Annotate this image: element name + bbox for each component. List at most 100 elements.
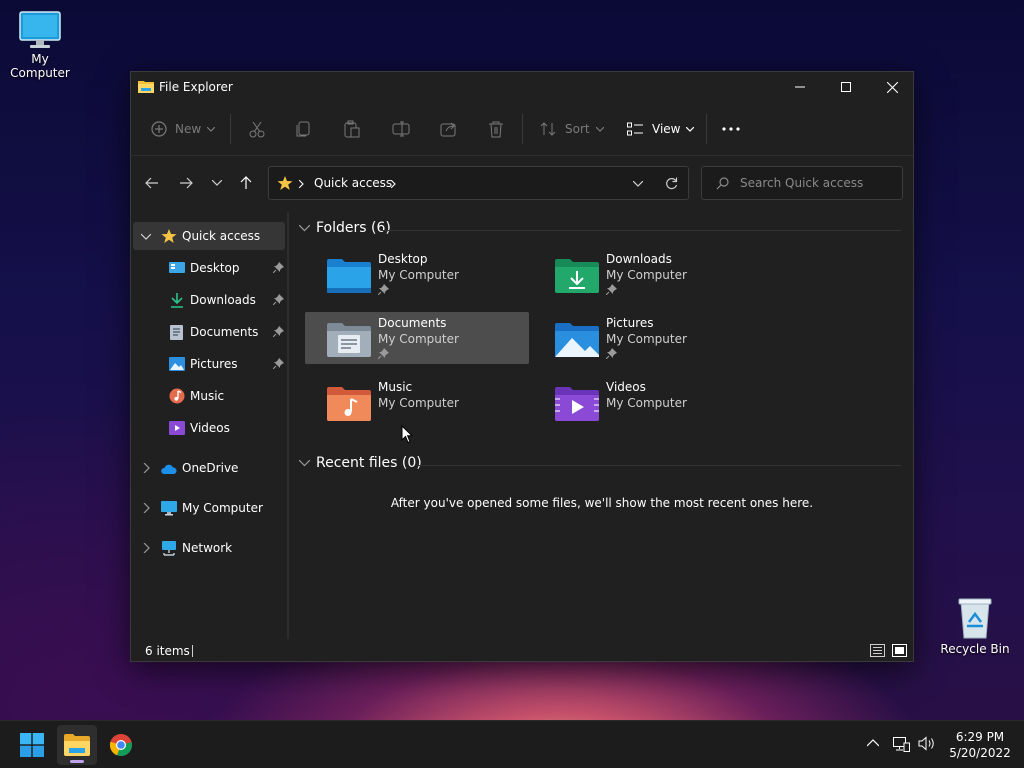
- sidebar-item-quick-access[interactable]: Quick access: [133, 222, 285, 250]
- paste-icon: [344, 120, 360, 138]
- view-list-icon: [627, 122, 643, 136]
- star-icon: [277, 176, 293, 190]
- pin-icon: [378, 348, 389, 359]
- tiles-view-icon[interactable]: [892, 644, 907, 657]
- folder-name: Downloads: [606, 252, 672, 266]
- section-divider: [381, 230, 901, 231]
- folders-header-label: Folders (6): [316, 220, 391, 236]
- navigation-bar: Quick access: [131, 156, 913, 208]
- sidebar-item-my-computer[interactable]: My Computer: [133, 494, 285, 522]
- chevron-down-icon: [299, 224, 310, 231]
- title-bar[interactable]: File Explorer: [131, 72, 913, 102]
- pin-icon: [273, 262, 284, 273]
- view-button[interactable]: View: [627, 116, 695, 142]
- view-label: View: [652, 122, 681, 136]
- folder-location: My Computer: [606, 268, 687, 282]
- file-explorer-icon: [64, 734, 90, 756]
- copy-button[interactable]: [296, 116, 312, 142]
- music-icon: [169, 388, 185, 404]
- recycle-bin-icon: [958, 598, 992, 639]
- monitor-icon: [161, 501, 177, 516]
- downloads-icon: [171, 293, 183, 308]
- sidebar-item-music[interactable]: Music: [133, 382, 285, 410]
- details-view-icon[interactable]: [870, 644, 885, 657]
- breadcrumb-quick-access[interactable]: Quick access: [314, 176, 392, 190]
- folder-name: Documents: [378, 316, 447, 330]
- desktop-my-computer[interactable]: My Computer: [0, 10, 80, 80]
- sidebar-item-pictures[interactable]: Pictures: [133, 350, 285, 378]
- navigation-pane: Quick access Desktop Downloads Documents…: [131, 212, 289, 639]
- address-bar[interactable]: Quick access: [268, 166, 689, 200]
- search-input[interactable]: [740, 175, 895, 191]
- toolbar-separator: [522, 114, 523, 144]
- delete-button[interactable]: [488, 116, 504, 142]
- videos-icon: [169, 421, 185, 435]
- address-dropdown-icon[interactable]: [633, 181, 643, 187]
- chevron-right-icon: [143, 503, 150, 513]
- share-icon: [440, 122, 456, 137]
- sidebar-item-network[interactable]: Network: [133, 534, 285, 562]
- forward-button[interactable]: [173, 170, 199, 196]
- scissors-icon: [249, 121, 265, 138]
- pictures-icon: [169, 357, 185, 371]
- new-button[interactable]: New: [151, 116, 216, 142]
- minimize-button[interactable]: [777, 72, 823, 102]
- start-button[interactable]: [12, 725, 52, 765]
- sidebar-item-onedrive[interactable]: OneDrive: [133, 454, 285, 482]
- window-title: File Explorer: [159, 80, 233, 94]
- clock-date: 5/20/2022: [949, 746, 1011, 760]
- chevron-right-icon: [391, 180, 396, 188]
- recent-files-section-header[interactable]: Recent files (0): [299, 455, 422, 471]
- network-icon: [162, 541, 176, 556]
- refresh-icon[interactable]: [665, 177, 678, 190]
- folder-tile-downloads[interactable]: Downloads My Computer: [533, 248, 757, 300]
- folder-tile-music[interactable]: Music My Computer: [305, 376, 529, 428]
- sort-button[interactable]: Sort: [540, 116, 604, 142]
- back-button[interactable]: [139, 170, 165, 196]
- maximize-icon: [841, 82, 851, 92]
- folder-tile-desktop[interactable]: Desktop My Computer: [305, 248, 529, 300]
- search-box[interactable]: [701, 166, 903, 200]
- share-button[interactable]: [440, 116, 458, 142]
- folder-tile-videos[interactable]: Videos My Computer: [533, 376, 757, 428]
- close-icon: [886, 81, 898, 93]
- folder-tile-documents[interactable]: Documents My Computer: [305, 312, 529, 364]
- desktop-recycle-bin-label: Recycle Bin: [940, 642, 1010, 656]
- close-button[interactable]: [869, 72, 915, 102]
- rename-button[interactable]: [392, 116, 410, 142]
- cut-button[interactable]: [248, 116, 266, 142]
- up-button[interactable]: [233, 170, 259, 196]
- arrow-up-icon: [240, 176, 252, 189]
- desktop-folder-icon: [327, 259, 371, 293]
- toolbar-separator: [706, 114, 707, 144]
- folder-location: My Computer: [606, 332, 687, 346]
- chevron-down-icon: [207, 126, 216, 132]
- sidebar-item-label: Documents: [190, 325, 259, 339]
- sidebar-item-label: Pictures: [190, 357, 238, 371]
- network-status-icon[interactable]: [893, 737, 910, 752]
- chevron-down-icon: [686, 126, 695, 132]
- volume-icon[interactable]: [918, 736, 936, 751]
- paste-button[interactable]: [344, 116, 360, 142]
- recent-locations-button[interactable]: [204, 170, 230, 196]
- sidebar-item-downloads[interactable]: Downloads: [133, 286, 285, 314]
- file-explorer-window: File Explorer New Sort View Quick access…: [130, 71, 914, 662]
- sidebar-item-desktop[interactable]: Desktop: [133, 254, 285, 282]
- taskbar-chrome[interactable]: [101, 725, 141, 765]
- more-icon: [722, 127, 740, 131]
- documents-folder-icon: [327, 323, 371, 357]
- desktop-recycle-bin[interactable]: Recycle Bin: [935, 596, 1015, 656]
- taskbar-file-explorer[interactable]: [57, 725, 97, 765]
- sort-icon: [540, 122, 556, 136]
- sidebar-item-documents[interactable]: Documents: [133, 318, 285, 346]
- folders-section-header[interactable]: Folders (6): [299, 220, 391, 236]
- system-clock[interactable]: 6:29 PM 5/20/2022: [940, 729, 1020, 761]
- sidebar-item-label: Downloads: [190, 293, 256, 307]
- chevron-down-icon: [141, 233, 151, 240]
- folder-tile-pictures[interactable]: Pictures My Computer: [533, 312, 757, 364]
- maximize-button[interactable]: [823, 72, 869, 102]
- chevron-up-icon[interactable]: [867, 739, 879, 747]
- sidebar-item-videos[interactable]: Videos: [133, 414, 285, 442]
- more-options-button[interactable]: [722, 116, 740, 142]
- sidebar-item-label: My Computer: [182, 501, 263, 515]
